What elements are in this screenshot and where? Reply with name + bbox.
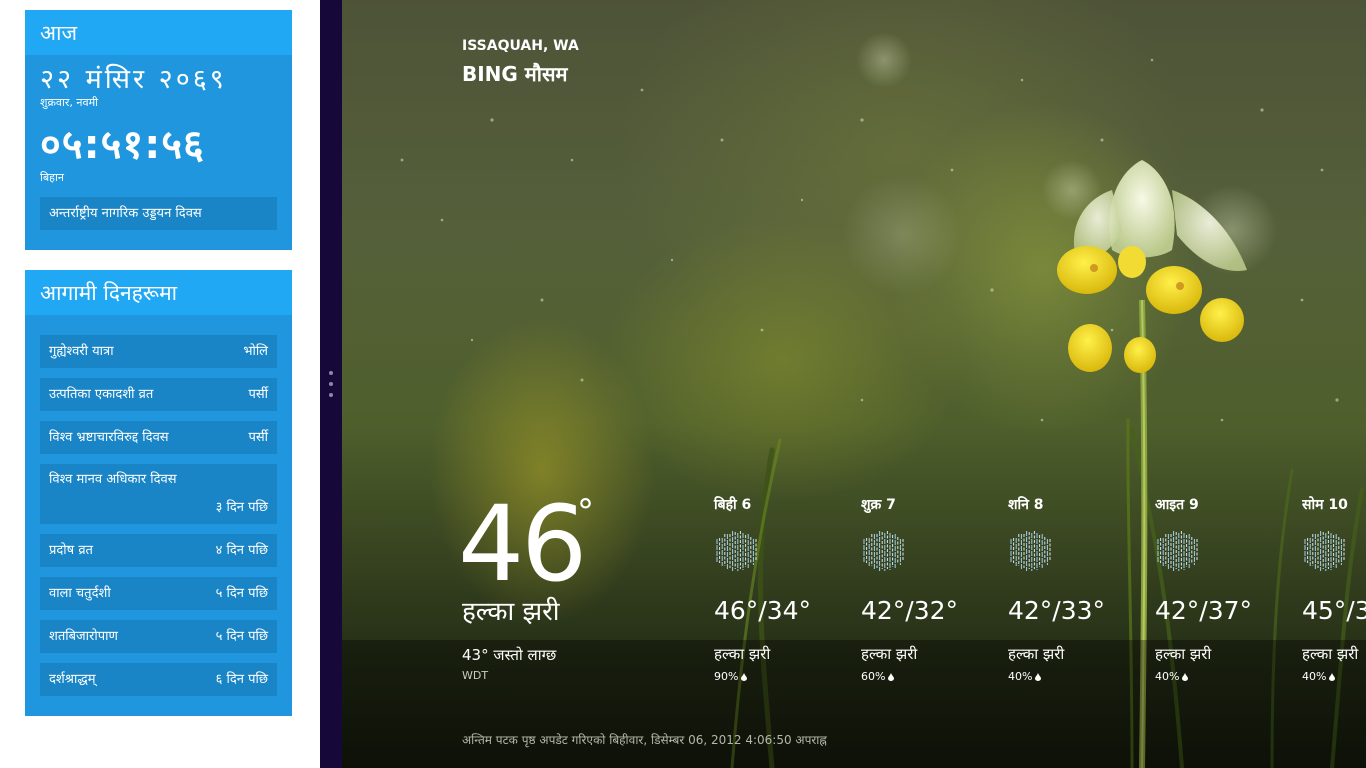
upcoming-item-name: विश्व मानव अधिकार दिवस (49, 472, 177, 487)
forecast-condition: हल्का झरी (1008, 645, 1065, 663)
forecast-temp-range: 42°/37° (1155, 596, 1253, 625)
forecast-day[interactable]: सोम 10 45°/3 हल्का झरी 40% (1302, 495, 1366, 695)
upcoming-item-when: ५ दिन पछि (215, 629, 268, 644)
forecast-precipitation: 40% (1302, 670, 1336, 683)
upcoming-item-name: विश्व भ्रष्टाचारविरुद्द दिवस (49, 430, 169, 445)
forecast-day-name: शुक्र 7 (861, 497, 896, 513)
upcoming-item-name: प्रदोष व्रत (49, 543, 93, 558)
upcoming-item-name: शतबिजारोपाण (49, 629, 118, 644)
upcoming-item[interactable]: विश्व भ्रष्टाचारविरुद्द दिवस पर्सी (40, 421, 277, 454)
forecast-day[interactable]: शुक्र 7 42°/32° हल्का झरी 60% (861, 495, 1011, 695)
upcoming-item-when: भोलि (243, 344, 268, 359)
last-updated-text: अन्तिम पटक पृष्ठ अपडेट गरिएको बिहीवार, ड… (462, 733, 827, 747)
upcoming-item-name: दर्शश्राद्धम् (49, 672, 96, 687)
precip-value: 90% (714, 670, 739, 683)
rain-icon (1157, 531, 1198, 571)
forecast-temp-range: 46°/34° (714, 596, 812, 625)
screen: आज २२ मंसिर २०६९ शुक्रवार, नवमी ०५:५१:५६… (0, 0, 1366, 768)
location-label[interactable]: ISSAQUAH, WA (462, 38, 579, 54)
today-period: बिहान (40, 171, 64, 184)
rain-icon (863, 531, 904, 571)
upcoming-item-when: पर्सी (248, 430, 268, 445)
upcoming-item[interactable]: उत्पतिका एकादशी व्रत पर्सी (40, 378, 277, 411)
current-condition: हल्का झरी (462, 597, 560, 627)
today-card[interactable]: आज २२ मंसिर २०६९ शुक्रवार, नवमी ०५:५१:५६… (25, 10, 292, 250)
forecast-temp-range: 42°/33° (1008, 596, 1106, 625)
forecast-day-name: शनि 8 (1008, 497, 1044, 513)
raindrop-icon (741, 673, 748, 681)
forecast-precipitation: 40% (1008, 670, 1042, 683)
forecast-condition: हल्का झरी (861, 645, 918, 663)
bokeh-light (856, 32, 912, 88)
today-event-item[interactable]: अन्तर्राष्ट्रीय नागरिक उड्डयन दिवस (40, 197, 277, 230)
today-weekday: शुक्रवार, नवमी (40, 96, 99, 109)
precip-value: 40% (1302, 670, 1327, 683)
forecast-day-name: आइत 9 (1155, 497, 1199, 513)
today-header: आज (25, 10, 292, 55)
weather-app-pane: ISSAQUAH, WA BING मौसम 46 ° हल्का झरी 43… (342, 0, 1366, 768)
snap-splitter[interactable] (320, 0, 342, 768)
forecast-day[interactable]: शनि 8 42°/33° हल्का झरी 40% (1008, 495, 1158, 695)
upcoming-item[interactable]: वाला चतुर्दशी ५ दिन पछि (40, 577, 277, 610)
bokeh-light (842, 175, 962, 295)
forecast-condition: हल्का झरी (1155, 645, 1212, 663)
upcoming-item-when: ४ दिन पछि (215, 543, 268, 558)
forecast-precipitation: 40% (1155, 670, 1189, 683)
degree-symbol: ° (577, 492, 594, 532)
current-temperature: 46 (458, 483, 587, 605)
today-date: २२ मंसिर २०६९ (40, 64, 227, 95)
upcoming-item-name: वाला चतुर्दशी (49, 586, 111, 601)
forecast-condition: हल्का झरी (714, 645, 771, 663)
upcoming-card: आगामी दिनहरूमा गुह्येश्वरी यात्रा भोलि उ… (25, 270, 292, 716)
upcoming-header: आगामी दिनहरूमा (25, 270, 292, 315)
upcoming-item-when: पर्सी (248, 387, 268, 402)
upcoming-item[interactable]: प्रदोष व्रत ४ दिन पछि (40, 534, 277, 567)
splitter-grip-dot (329, 382, 333, 386)
precip-value: 40% (1155, 670, 1180, 683)
forecast-temp-range: 42°/32° (861, 596, 959, 625)
splitter-grip-dot (329, 393, 333, 397)
rain-icon (1010, 531, 1051, 571)
forecast-day[interactable]: बिही 6 46°/34° हल्का झरी 90% (714, 495, 864, 695)
upcoming-item[interactable]: शतबिजारोपाण ५ दिन पछि (40, 620, 277, 653)
upcoming-item-when: ३ दिन पछि (215, 500, 268, 515)
upcoming-item-name: गुह्येश्वरी यात्रा (49, 344, 114, 359)
forecast-day-name: बिही 6 (714, 497, 752, 513)
forecast-temp-range: 45°/3 (1302, 596, 1366, 625)
raindrop-icon (1035, 673, 1042, 681)
rain-icon (716, 531, 757, 571)
upcoming-item-when: ५ दिन पछि (215, 586, 268, 601)
upcoming-item-when: ६ दिन पछि (215, 672, 268, 687)
precip-value: 40% (1008, 670, 1033, 683)
feels-like-text: 43° जस्तो लाग्छ (462, 646, 557, 664)
forecast-condition: हल्का झरी (1302, 645, 1359, 663)
upcoming-item[interactable]: दर्शश्राद्धम् ६ दिन पछि (40, 663, 277, 696)
upcoming-item[interactable]: विश्व मानव अधिकार दिवस ३ दिन पछि (40, 464, 277, 524)
forecast-precipitation: 60% (861, 670, 895, 683)
precip-value: 60% (861, 670, 886, 683)
splitter-grip-dot (329, 371, 333, 375)
upcoming-item-name: उत्पतिका एकादशी व्रत (49, 387, 154, 402)
forecast-day[interactable]: आइत 9 42°/37° हल्का झरी 40% (1155, 495, 1305, 695)
raindrop-icon (1182, 673, 1189, 681)
app-brand-title: BING मौसम (462, 62, 568, 86)
forecast-precipitation: 90% (714, 670, 748, 683)
rain-icon (1304, 531, 1345, 571)
calendar-app-pane: आज २२ मंसिर २०६९ शुक्रवार, नवमी ०५:५१:५६… (0, 0, 320, 768)
forecast-day-name: सोम 10 (1302, 497, 1348, 513)
today-clock: ०५:५१:५६ (40, 122, 205, 168)
raindrop-icon (1329, 673, 1336, 681)
weather-provider: WDT (462, 669, 489, 682)
upcoming-item[interactable]: गुह्येश्वरी यात्रा भोलि (40, 335, 277, 368)
raindrop-icon (888, 673, 895, 681)
